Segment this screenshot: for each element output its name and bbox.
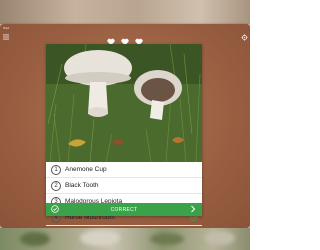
app-screenshot: iPad 1 Anemone Cup 2 Black Tooth 3 Malod… [0,0,250,250]
result-label: CORRECT [110,207,138,213]
answer-number: 1 [51,164,61,175]
answer-label: Black Tooth [65,182,99,189]
blurred-background-top [0,0,250,24]
quiz-card: 1 Anemone Cup 2 Black Tooth 3 Malodorous… [46,44,202,226]
status-carrier: iPad [3,26,10,30]
lives-indicator [0,33,250,46]
status-bar: iPad [3,26,247,31]
answer-list: 1 Anemone Cup 2 Black Tooth 3 Malodorous… [46,162,202,226]
answer-option-1[interactable]: 1 Anemone Cup [46,162,202,178]
chevron-right-icon[interactable] [190,205,196,213]
ipad-screen: iPad 1 Anemone Cup 2 Black Tooth 3 Malod… [0,24,250,228]
settings-icon[interactable] [241,34,248,41]
blurred-background-bottom [0,228,250,250]
answer-option-2[interactable]: 2 Black Tooth [46,178,202,194]
mushroom-photo [46,44,202,162]
answer-number: 2 [51,180,61,191]
answer-label: Anemone Cup [65,166,107,173]
mushroom-illustration [46,44,202,162]
result-bar[interactable]: CORRECT [46,203,202,216]
